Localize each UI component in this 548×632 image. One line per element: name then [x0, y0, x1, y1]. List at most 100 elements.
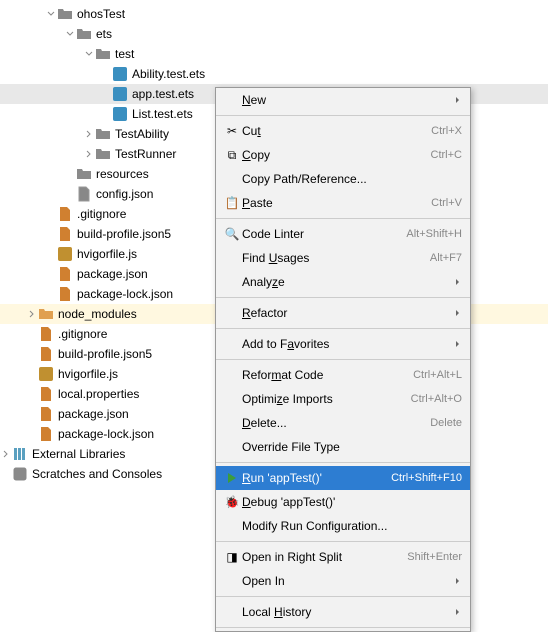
- folder-icon: [76, 26, 92, 42]
- tree-label: node_modules: [58, 307, 137, 321]
- tree-item-ohosTest[interactable]: ohosTest: [0, 4, 548, 24]
- folder-icon: [57, 6, 73, 22]
- shortcut: Ctrl+C: [431, 149, 462, 161]
- menu-label: Copy Path/Reference...: [242, 172, 462, 186]
- menu-run[interactable]: Run 'appTest()'Ctrl+Shift+F10: [216, 466, 470, 490]
- paste-icon: 📋: [222, 196, 242, 210]
- tree-label: Ability.test.ets: [132, 67, 205, 81]
- menu-add-favorites[interactable]: Add to Favorites: [216, 332, 470, 356]
- gitignore-file-icon: [38, 326, 54, 342]
- shortcut: Shift+Enter: [407, 551, 462, 563]
- menu-cut[interactable]: ✂CutCtrl+X: [216, 119, 470, 143]
- context-menu: New ✂CutCtrl+X ⧉CopyCtrl+C Copy Path/Ref…: [215, 87, 471, 632]
- tree-label: config.json: [96, 187, 153, 201]
- tree-label: hvigorfile.js: [58, 367, 118, 381]
- folder-icon: [95, 126, 111, 142]
- menu-copy-path[interactable]: Copy Path/Reference...: [216, 167, 470, 191]
- menu-separator: [216, 218, 470, 219]
- menu-separator: [216, 297, 470, 298]
- menu-separator: [216, 596, 470, 597]
- scratches-icon: [12, 466, 28, 482]
- chevron-right-icon[interactable]: [83, 148, 95, 160]
- chevron-right-icon[interactable]: [83, 128, 95, 140]
- menu-open-split[interactable]: ◨Open in Right SplitShift+Enter: [216, 545, 470, 569]
- menu-separator: [216, 359, 470, 360]
- json-file-icon: [57, 266, 73, 282]
- tree-label: .gitignore: [77, 207, 126, 221]
- json5-file-icon: [38, 346, 54, 362]
- tree-label: build-profile.json5: [58, 347, 152, 361]
- shortcut: Ctrl+X: [431, 125, 462, 137]
- cut-icon: ✂: [222, 124, 242, 138]
- tree-label: ohosTest: [77, 7, 125, 21]
- json-file-icon: [57, 286, 73, 302]
- tree-label: package-lock.json: [77, 287, 173, 301]
- chevron-right-icon[interactable]: [0, 448, 12, 460]
- tree-item-ets[interactable]: ets: [0, 24, 548, 44]
- menu-label: Override File Type: [242, 440, 462, 454]
- menu-analyze[interactable]: Analyze: [216, 270, 470, 294]
- menu-copy[interactable]: ⧉CopyCtrl+C: [216, 143, 470, 167]
- menu-debug[interactable]: 🐞Debug 'appTest()': [216, 490, 470, 514]
- copy-icon: ⧉: [222, 148, 242, 163]
- tree-item-test[interactable]: test: [0, 44, 548, 64]
- tree-label: .gitignore: [58, 327, 107, 341]
- json-file-icon: [38, 426, 54, 442]
- folder-icon: [95, 146, 111, 162]
- library-icon: [12, 446, 28, 462]
- menu-separator: [216, 115, 470, 116]
- tree-label: External Libraries: [32, 447, 125, 461]
- menu-separator: [216, 627, 470, 628]
- chevron-down-icon[interactable]: [64, 28, 76, 40]
- tree-label: local.properties: [58, 387, 139, 401]
- chevron-right-icon[interactable]: [26, 308, 38, 320]
- chevron-right-icon: [454, 340, 462, 348]
- ets-file-icon: [112, 86, 128, 102]
- tree-item-ability[interactable]: Ability.test.ets: [0, 64, 548, 84]
- menu-new[interactable]: New: [216, 88, 470, 112]
- menu-separator: [216, 328, 470, 329]
- shortcut: Ctrl+Shift+F10: [391, 472, 462, 484]
- tree-label: package.json: [58, 407, 129, 421]
- ets-file-icon: [112, 66, 128, 82]
- tree-label: build-profile.json5: [77, 227, 171, 241]
- menu-paste[interactable]: 📋PasteCtrl+V: [216, 191, 470, 215]
- tree-label: Scratches and Consoles: [32, 467, 162, 481]
- folder-icon: [95, 46, 111, 62]
- menu-delete[interactable]: Delete...Delete: [216, 411, 470, 435]
- menu-reformat[interactable]: Reformat CodeCtrl+Alt+L: [216, 363, 470, 387]
- chevron-right-icon: [454, 96, 462, 104]
- tree-label: package-lock.json: [58, 427, 154, 441]
- ets-file-icon: [112, 106, 128, 122]
- menu-optimize-imports[interactable]: Optimize ImportsCtrl+Alt+O: [216, 387, 470, 411]
- menu-separator: [216, 462, 470, 463]
- menu-label: Open In: [242, 574, 454, 588]
- js-file-icon: [57, 246, 73, 262]
- menu-code-linter[interactable]: 🔍Code LinterAlt+Shift+H: [216, 222, 470, 246]
- menu-open-in[interactable]: Open In: [216, 569, 470, 593]
- menu-separator: [216, 541, 470, 542]
- shortcut: Ctrl+V: [431, 197, 462, 209]
- tree-label: hvigorfile.js: [77, 247, 137, 261]
- debug-icon: 🐞: [222, 495, 242, 509]
- shortcut: Delete: [430, 417, 462, 429]
- split-icon: ◨: [222, 550, 242, 564]
- menu-refactor[interactable]: Refactor: [216, 301, 470, 325]
- shortcut: Alt+Shift+H: [406, 228, 462, 240]
- run-icon: [222, 472, 242, 484]
- json5-file-icon: [57, 226, 73, 242]
- linter-icon: 🔍: [222, 227, 242, 241]
- menu-modify-run[interactable]: Modify Run Configuration...: [216, 514, 470, 538]
- json-file-icon: [38, 406, 54, 422]
- menu-local-history[interactable]: Local History: [216, 600, 470, 624]
- chevron-right-icon: [454, 608, 462, 616]
- menu-override-filetype[interactable]: Override File Type: [216, 435, 470, 459]
- menu-find-usages[interactable]: Find UsagesAlt+F7: [216, 246, 470, 270]
- js-file-icon: [38, 366, 54, 382]
- properties-file-icon: [38, 386, 54, 402]
- chevron-down-icon[interactable]: [83, 48, 95, 60]
- tree-label: TestAbility: [115, 127, 169, 141]
- chevron-down-icon[interactable]: [45, 8, 57, 20]
- tree-label: resources: [96, 167, 149, 181]
- tree-label: ets: [96, 27, 112, 41]
